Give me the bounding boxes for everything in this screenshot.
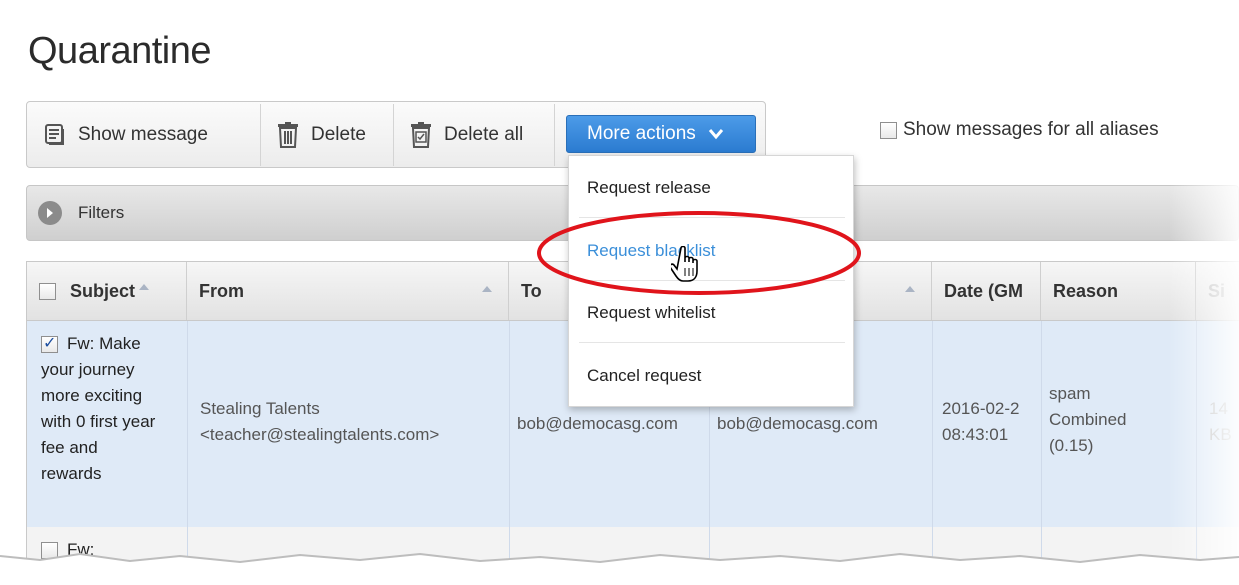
- column-header-from[interactable]: From: [187, 262, 509, 320]
- show-all-aliases-checkbox[interactable]: [880, 121, 897, 139]
- column-divider: [932, 321, 933, 585]
- column-label-size: Si: [1208, 280, 1226, 301]
- menu-divider: [579, 342, 845, 343]
- message-icon: [45, 123, 64, 145]
- row-from: Stealing Talents <teacher@stealingtalent…: [200, 399, 440, 444]
- row-subject: Fw: Make your journey more exciting with…: [41, 334, 156, 483]
- sort-up-icon: [482, 286, 492, 292]
- column-label-from: From: [199, 280, 244, 301]
- trash-icon: [278, 121, 298, 148]
- row-date: 2016-02-2 08:43:01: [942, 399, 1020, 444]
- delete-label: Delete: [311, 123, 366, 145]
- page-title: Quarantine: [28, 30, 212, 72]
- menu-item-request-whitelist[interactable]: Request whitelist: [587, 303, 716, 323]
- delete-all-button[interactable]: Delete all: [410, 102, 523, 167]
- sort-up-icon: [905, 286, 915, 292]
- delete-all-icon: [411, 121, 431, 148]
- row-reason: spam Combined (0.15): [1049, 384, 1127, 455]
- row-checkbox[interactable]: [41, 542, 58, 559]
- column-label-reason: Reason: [1053, 280, 1119, 301]
- menu-item-request-blacklist[interactable]: Request blacklist: [587, 241, 716, 261]
- column-divider: [1196, 321, 1197, 585]
- column-divider: [1041, 321, 1042, 585]
- select-all-checkbox[interactable]: [39, 282, 56, 300]
- column-divider: [509, 321, 510, 585]
- menu-item-request-release[interactable]: Request release: [587, 178, 711, 198]
- delete-button[interactable]: Delete: [277, 102, 366, 167]
- row-subject: Fw:: [67, 540, 95, 559]
- menu-item-cancel-request[interactable]: Cancel request: [587, 366, 701, 386]
- show-message-button[interactable]: Show message: [44, 102, 208, 167]
- expand-filters-icon[interactable]: [38, 201, 62, 225]
- sort-up-icon: [139, 284, 150, 290]
- row-size: 14 KB: [1209, 399, 1232, 444]
- delete-all-label: Delete all: [444, 123, 524, 145]
- row-recipient: bob@democasg.com: [717, 414, 878, 433]
- chevron-down-icon: [708, 129, 723, 140]
- column-label-to: To: [521, 280, 542, 301]
- column-header-reason[interactable]: Reason: [1041, 262, 1196, 320]
- column-header-subject[interactable]: Subject: [27, 262, 187, 320]
- toolbar-divider: [393, 104, 394, 166]
- more-actions-button[interactable]: More actions: [566, 115, 756, 153]
- menu-divider: [579, 280, 845, 281]
- column-label-subject: Subject: [70, 280, 136, 301]
- toolbar-divider: [260, 104, 261, 166]
- row-reason: spam: [1049, 558, 1091, 577]
- column-label-date: Date (GM: [944, 280, 1024, 301]
- menu-divider: [579, 217, 845, 218]
- column-header-size[interactable]: Si: [1196, 262, 1239, 320]
- show-message-label: Show message: [78, 123, 208, 145]
- toolbar-divider: [554, 104, 555, 166]
- more-actions-label: More actions: [587, 123, 696, 144]
- row-to: bob@democasg.com: [517, 414, 678, 433]
- more-actions-menu: Request release Request blacklist Reques…: [568, 155, 854, 407]
- filters-label: Filters: [78, 203, 125, 222]
- show-all-aliases-label: Show messages for all aliases: [903, 119, 1159, 140]
- show-all-aliases-option[interactable]: Show messages for all aliases: [880, 119, 1159, 141]
- column-header-date[interactable]: Date (GM: [932, 262, 1041, 320]
